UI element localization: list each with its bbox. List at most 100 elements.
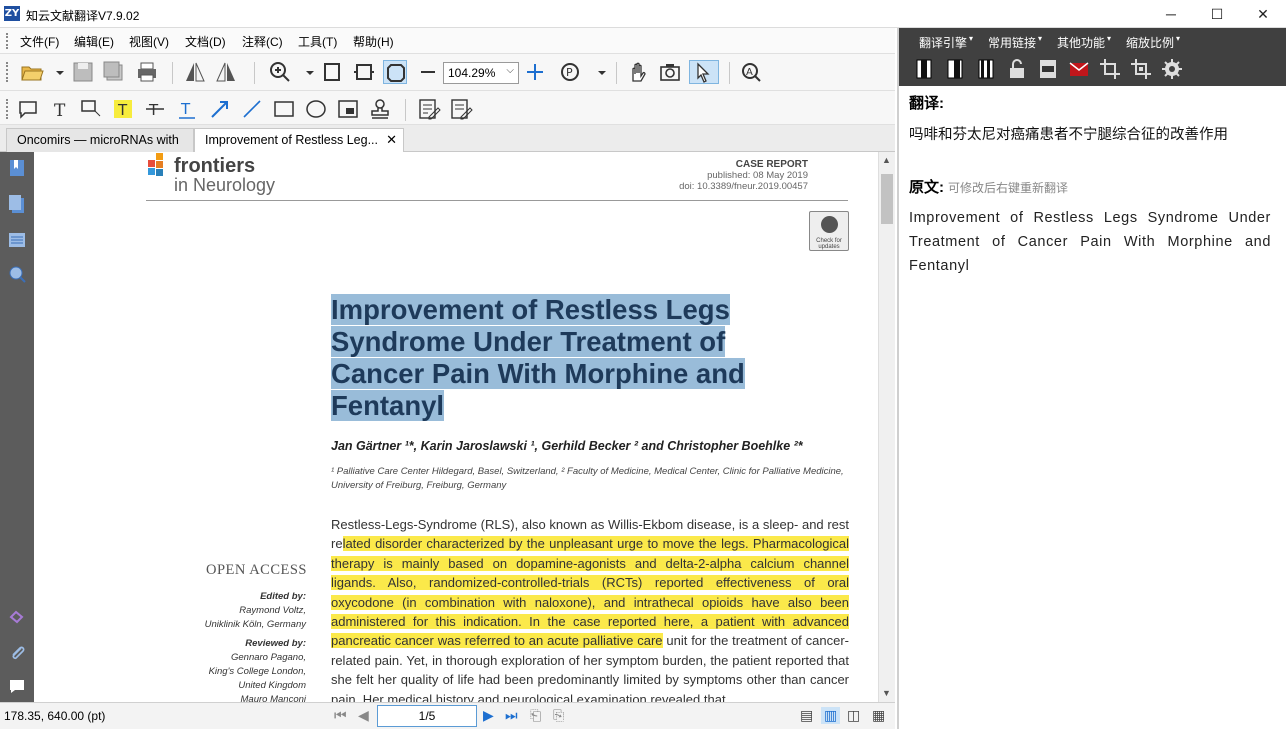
bookmark-icon[interactable] [7, 158, 27, 178]
pin-right-icon[interactable] [975, 58, 997, 80]
zoom-in-icon[interactable] [268, 60, 292, 84]
toolbar-grip[interactable] [6, 99, 9, 119]
strikeout-icon[interactable]: T [143, 97, 167, 121]
attachment-icon[interactable] [7, 642, 27, 662]
hand-tool-icon[interactable] [626, 60, 650, 84]
highlight-text-icon[interactable]: T [111, 97, 135, 121]
image-insert-icon[interactable] [336, 97, 360, 121]
paper-title[interactable]: Improvement of Restless Legs Syndrome Un… [331, 294, 791, 422]
print-icon[interactable] [135, 60, 159, 84]
stamp-icon[interactable] [368, 97, 392, 121]
menu-document[interactable]: 文档(D) [185, 33, 226, 50]
save-icon[interactable] [71, 60, 95, 84]
abstract-highlighted[interactable]: lated disorder characterized by the unpl… [331, 536, 849, 649]
callout-icon[interactable] [79, 97, 103, 121]
zoom-out-icon[interactable] [416, 60, 440, 84]
rotate-dropdown-icon[interactable] [590, 60, 606, 84]
zoom-dropdown-icon[interactable] [298, 60, 314, 84]
pdf-page[interactable]: frontiers in Neurology CASE REPORT publi… [76, 152, 849, 702]
crop-icon[interactable] [1099, 58, 1121, 80]
zoom-plus-icon[interactable] [523, 60, 547, 84]
document-viewer[interactable]: frontiers in Neurology CASE REPORT publi… [34, 152, 878, 702]
last-page-icon[interactable]: ⏭ [505, 707, 518, 724]
outline-icon[interactable] [7, 230, 27, 250]
scroll-up-icon[interactable]: ▲ [882, 155, 891, 165]
crop-alt-icon[interactable] [1130, 58, 1152, 80]
first-page-icon[interactable]: ⏮ [334, 707, 347, 724]
arrow-icon[interactable] [208, 97, 232, 121]
find-text-icon[interactable]: A [739, 60, 763, 84]
menu-other-functions[interactable]: 其他功能 [1057, 34, 1111, 51]
original-text[interactable]: Improvement of Restless Legs Syndrome Un… [909, 206, 1271, 278]
search-icon[interactable] [7, 264, 27, 284]
thumbnails-icon[interactable] [7, 194, 27, 214]
scrollbar-thumb[interactable] [881, 174, 893, 224]
abstract-text[interactable]: Restless-Legs-Syndrome (RLS), also known… [331, 515, 849, 702]
open-dropdown-icon[interactable] [48, 60, 64, 84]
page-number-input[interactable]: 1/5 [377, 705, 477, 727]
tab-oncomirs[interactable]: Oncomirs — microRNAs with [6, 128, 194, 152]
rotate-icon[interactable]: P [558, 60, 582, 84]
menu-comment[interactable]: 注释(C) [242, 33, 283, 50]
single-page-view-icon[interactable]: ▤ [800, 707, 813, 724]
menu-common-links[interactable]: 常用链接 [988, 34, 1042, 51]
line-icon[interactable] [240, 97, 264, 121]
rectangle-icon[interactable] [272, 97, 296, 121]
translation-text[interactable]: 吗啡和芬太尼对癌痛患者不宁腿综合征的改善作用 [909, 123, 1279, 144]
two-page-view-icon[interactable]: ◫ [847, 707, 860, 724]
two-page-continuous-icon[interactable]: ▦ [872, 707, 885, 724]
fit-width-icon[interactable] [352, 60, 376, 84]
close-tab-icon[interactable]: ✕ [386, 132, 397, 148]
next-page-icon[interactable]: ▶ [483, 707, 494, 724]
open-folder-icon[interactable] [20, 60, 44, 84]
comments-panel-icon[interactable] [7, 676, 27, 696]
select-text-icon[interactable] [689, 60, 719, 84]
menu-view[interactable]: 视图(V) [129, 33, 169, 50]
mail-icon[interactable] [1068, 58, 1090, 80]
go-forward-icon[interactable]: ⎘ [553, 707, 564, 724]
close-window-button[interactable]: ✕ [1240, 0, 1286, 28]
reviewed-by: Reviewed by: Gennaro Pagano, King's Coll… [186, 637, 306, 702]
toolbar-grip[interactable] [6, 62, 9, 82]
minimize-button[interactable]: ─ [1148, 0, 1194, 28]
original-label-row: 原文: 可修改后右键重新翻译 [909, 176, 1068, 197]
unlock-icon[interactable] [1006, 58, 1028, 80]
tab-restless-legs[interactable]: Improvement of Restless Leg... ✕ [194, 128, 404, 153]
toolbar-separator [405, 99, 406, 121]
save-as-icon[interactable] [102, 60, 126, 84]
scroll-down-icon[interactable]: ▼ [882, 688, 891, 698]
menu-translation-engine[interactable]: 翻译引擎 [919, 34, 973, 51]
go-back-icon[interactable]: ⎗ [530, 707, 541, 724]
flip-left-icon[interactable] [183, 60, 207, 84]
prev-page-icon[interactable]: ◀ [358, 707, 369, 724]
menu-file[interactable]: 文件(F) [20, 33, 59, 50]
tab-label: Improvement of Restless Leg... [205, 133, 378, 147]
underline-icon[interactable]: T [175, 97, 199, 121]
menu-tools[interactable]: 工具(T) [298, 33, 337, 50]
settings-gear-icon[interactable] [1161, 58, 1183, 80]
window-mode-icon[interactable] [1037, 58, 1059, 80]
menu-bar: 文件(F) 编辑(E) 视图(V) 文档(D) 注释(C) 工具(T) 帮助(H… [0, 28, 895, 54]
snapshot-camera-icon[interactable] [658, 60, 682, 84]
zoom-level-select[interactable]: 104.29% ⌵ [443, 62, 519, 84]
maximize-button[interactable]: ☐ [1194, 0, 1240, 28]
title-line: Improvement of Restless Legs [331, 294, 730, 325]
annotation-list-icon[interactable] [449, 97, 473, 121]
text-box-icon[interactable]: T [48, 97, 72, 121]
actual-size-icon[interactable] [383, 60, 407, 84]
fit-page-icon[interactable] [320, 60, 344, 84]
continuous-view-icon[interactable]: ▥ [821, 707, 841, 724]
menu-help[interactable]: 帮助(H) [353, 33, 394, 50]
menu-zoom-ratio[interactable]: 缩放比例 [1126, 34, 1180, 51]
menubar-grip[interactable] [6, 33, 9, 49]
pin-left-icon[interactable] [913, 58, 935, 80]
ellipse-icon[interactable] [304, 97, 328, 121]
pin-center-icon[interactable] [944, 58, 966, 80]
menu-edit[interactable]: 编辑(E) [74, 33, 114, 50]
note-comment-icon[interactable] [16, 97, 40, 121]
check-for-updates-badge[interactable]: Check for updates [809, 211, 849, 251]
vertical-scrollbar[interactable]: ▲ ▼ [878, 152, 895, 702]
link-icon[interactable] [7, 607, 27, 627]
flip-right-icon[interactable] [214, 60, 238, 84]
edit-annotation-icon[interactable] [417, 97, 441, 121]
